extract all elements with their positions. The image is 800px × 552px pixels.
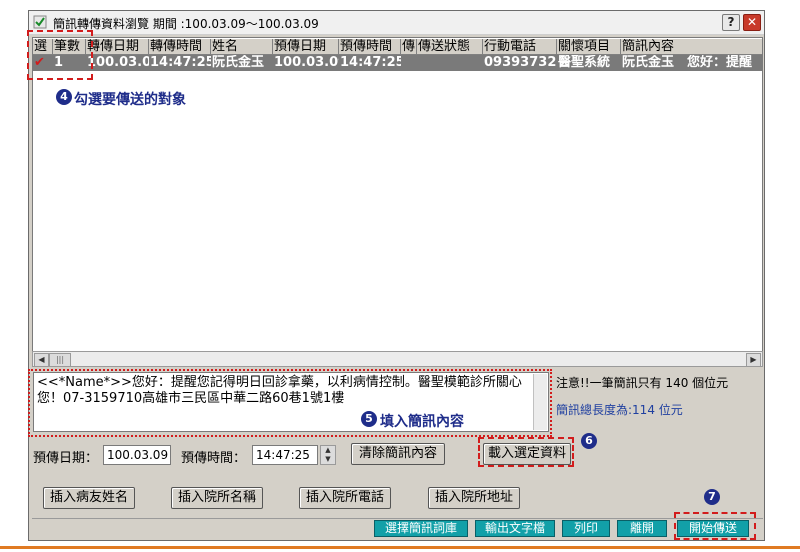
table-row[interactable]: ✔ 1 100.03.09 14:47:25 阮氏金玉 100.03.09 14… <box>33 55 762 71</box>
orange-divider-line <box>0 546 800 549</box>
step7-highlight-box <box>674 512 756 540</box>
col-transfer-time[interactable]: 轉傳時間 <box>149 39 211 55</box>
spin-down-icon[interactable]: ▼ <box>321 455 335 464</box>
sms-limit-note: 注意!!一筆簡訊只有 140 個位元 <box>556 376 729 390</box>
insert-clinic-name-button[interactable]: 插入院所名稱 <box>171 487 263 509</box>
pre-time-input[interactable] <box>252 445 318 465</box>
pre-date-input[interactable] <box>103 445 171 465</box>
step6-highlight-box <box>478 437 574 467</box>
col-pre-time[interactable]: 預傳時間 <box>339 39 401 55</box>
pre-time-spinner[interactable]: ▲ ▼ <box>320 445 336 465</box>
close-button[interactable]: ✕ <box>743 14 761 31</box>
scroll-left-icon[interactable]: ◀ <box>34 353 49 367</box>
row-name: 阮氏金玉 <box>212 55 265 70</box>
row-phone: 0939373262 <box>484 55 557 70</box>
col-care-item[interactable]: 關懷項目 <box>557 39 621 55</box>
row-transfer-time: 14:47:25 <box>150 55 211 70</box>
sms-length-note: 簡訊總長度為:114 位元 <box>556 403 683 417</box>
row-pre-time: 14:47:25 <box>340 55 401 70</box>
insert-clinic-phone-button[interactable]: 插入院所電話 <box>299 487 391 509</box>
row-care-item: 醫聖系統 <box>558 55 611 70</box>
sms-data-grid[interactable]: 選 筆數 轉傳日期 轉傳時間 姓名 預傳日期 預傳時間 傳 傳送狀態 行動電話 … <box>32 37 763 367</box>
title-bar: 簡訊轉傳資料瀏覽 期間 :100.03.09～100.03.09 ? ✕ <box>29 11 764 35</box>
exit-button[interactable]: 離開 <box>617 520 667 537</box>
col-name[interactable]: 姓名 <box>211 39 273 55</box>
row-status <box>417 55 483 71</box>
export-text-file-button[interactable]: 輸出文字檔 <box>475 520 555 537</box>
app-check-icon <box>33 15 47 29</box>
pre-date-label: 預傳日期： <box>33 451 99 466</box>
col-transfer-date[interactable]: 轉傳日期 <box>86 39 149 55</box>
step5-annotation: 填入簡訊內容 <box>380 414 464 430</box>
help-button[interactable]: ? <box>722 14 740 31</box>
col-status[interactable]: 傳送狀態 <box>417 39 483 55</box>
step4-highlight-box <box>27 30 93 80</box>
col-pre-date[interactable]: 預傳日期 <box>273 39 339 55</box>
insert-clinic-address-button[interactable]: 插入院所地址 <box>428 487 520 509</box>
horizontal-scrollbar[interactable]: ◀ ||| ▶ <box>32 351 763 367</box>
step5-highlight-box <box>28 369 552 437</box>
row-flag <box>401 55 417 71</box>
step5-badge: 5 <box>361 411 377 427</box>
row-transfer-date: 100.03.09 <box>87 55 149 70</box>
step7-badge: 7 <box>704 489 720 505</box>
col-sms-content[interactable]: 簡訊內容 <box>621 39 762 55</box>
clear-sms-button[interactable]: 清除簡訊內容 <box>351 443 445 465</box>
step6-badge: 6 <box>581 433 597 449</box>
pre-time-label: 預傳時間： <box>181 451 247 466</box>
choose-sms-library-button[interactable]: 選擇簡訊詞庫 <box>374 520 468 537</box>
scroll-thumb[interactable]: ||| <box>49 353 71 367</box>
print-button[interactable]: 列印 <box>562 520 610 537</box>
insert-patient-name-button[interactable]: 插入病友姓名 <box>43 487 135 509</box>
row-pre-date: 100.03.09 <box>274 55 339 70</box>
step4-annotation: 勾選要傳送的對象 <box>74 92 186 108</box>
step4-badge: 4 <box>56 89 72 105</box>
scroll-right-icon[interactable]: ▶ <box>746 353 761 367</box>
col-phone[interactable]: 行動電話 <box>483 39 557 55</box>
spin-up-icon[interactable]: ▲ <box>321 446 335 455</box>
row-sms-content: 阮氏金玉 您好：提醒 <box>622 55 753 70</box>
col-flag[interactable]: 傳 <box>401 39 417 55</box>
